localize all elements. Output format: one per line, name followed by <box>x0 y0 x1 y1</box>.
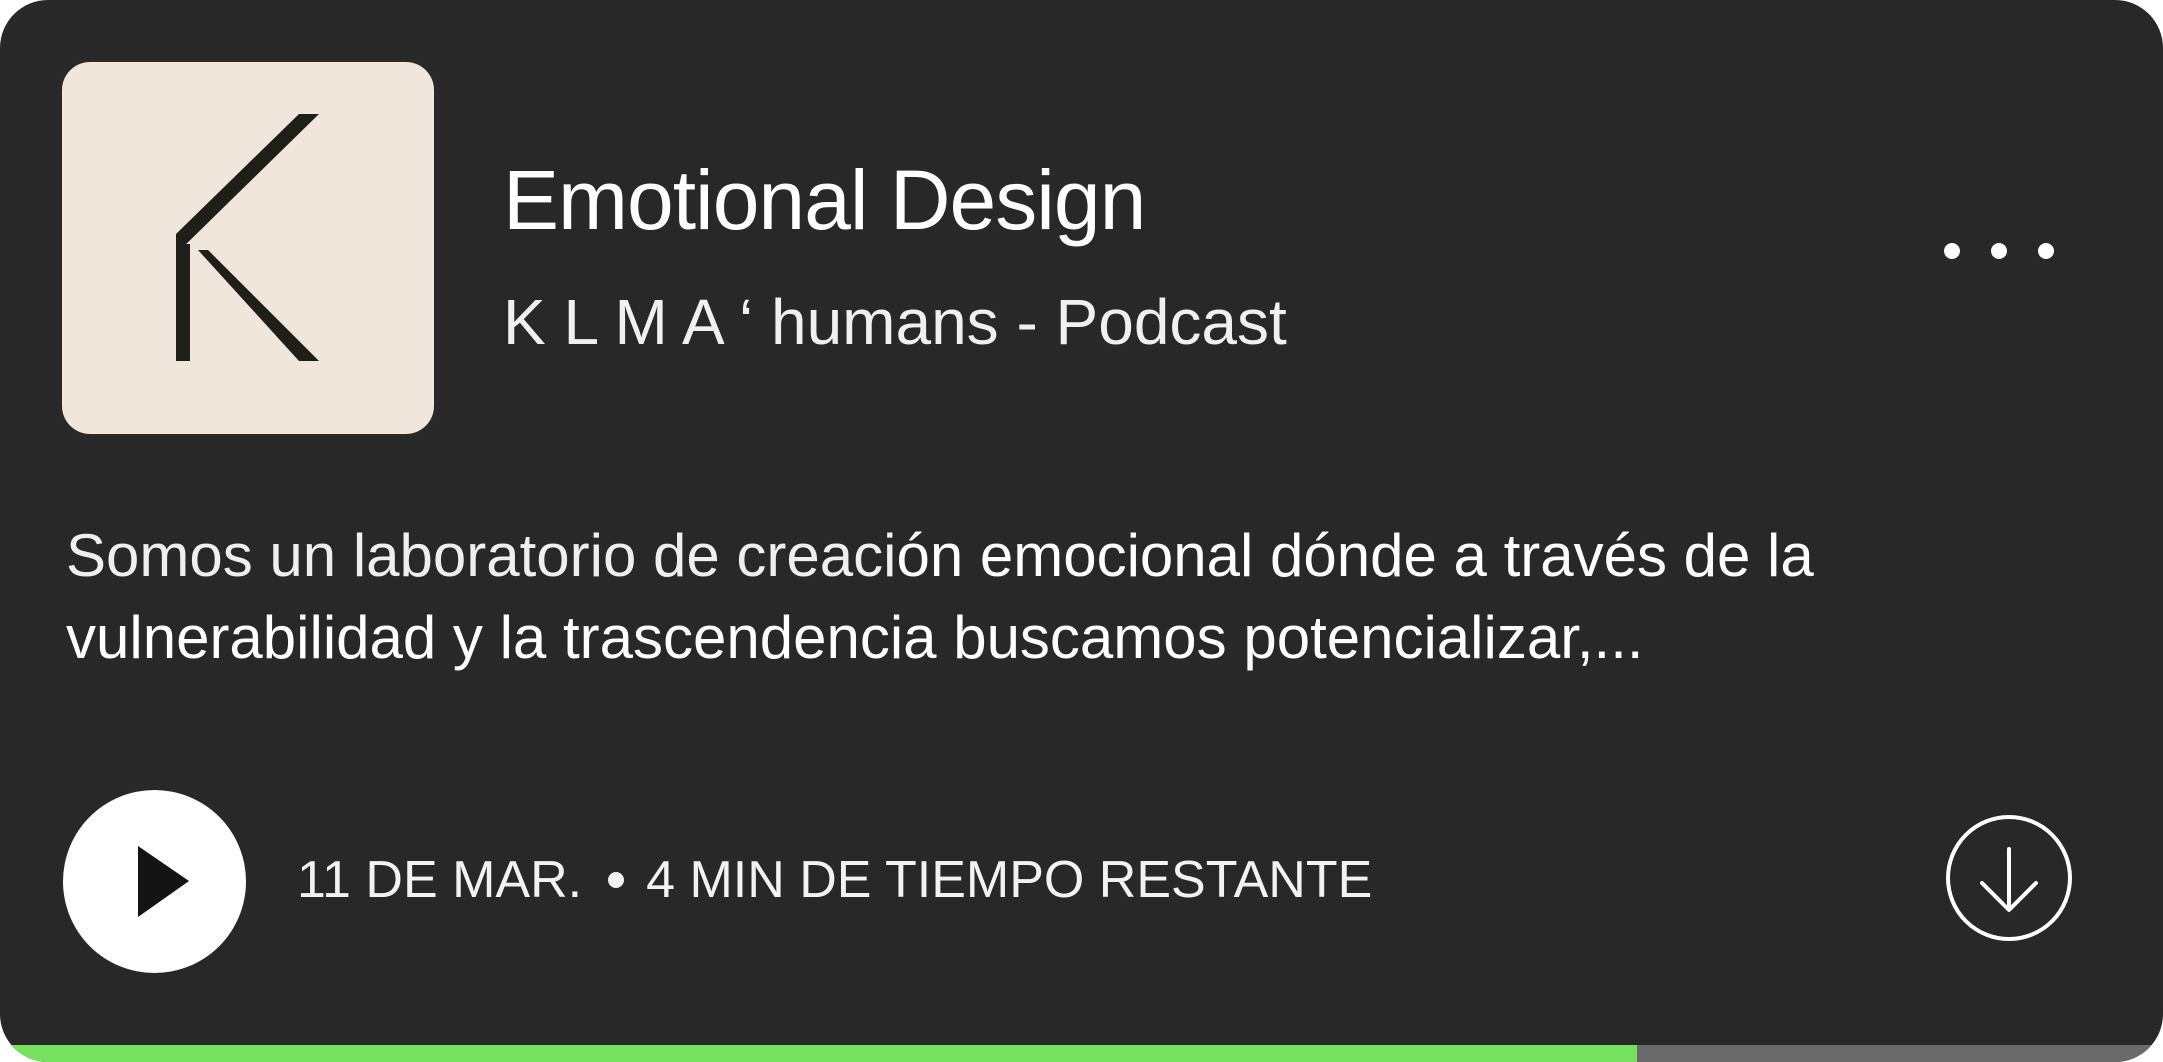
more-dots-icon <box>2038 243 2054 259</box>
k-logo-icon <box>176 114 319 361</box>
download-button[interactable] <box>1944 813 2074 943</box>
description-light-text: Somos un laboratorio de creaci <box>66 522 897 589</box>
episode-title[interactable]: Emotional Design <box>503 150 1146 250</box>
episode-meta: 11 DE MAR. 4 MIN DE TIEMPO RESTANTE <box>297 848 1372 912</box>
show-name[interactable]: K L M A ‘ humans - Podcast <box>503 283 1287 361</box>
progress-fill <box>0 1045 1638 1062</box>
more-options-button[interactable] <box>1944 226 2054 276</box>
time-remaining: 4 MIN DE TIEMPO RESTANTE <box>646 851 1373 909</box>
play-icon <box>138 846 189 917</box>
playback-progress-bar[interactable] <box>0 1045 2163 1062</box>
more-dots-icon <box>1944 243 1960 259</box>
episode-date: 11 DE MAR. <box>297 851 583 909</box>
more-dots-icon <box>1991 243 2007 259</box>
play-button[interactable] <box>63 790 246 973</box>
podcast-artwork[interactable] <box>62 62 434 434</box>
download-icon <box>1946 815 2072 941</box>
podcast-episode-card[interactable]: Emotional Design K L M A ‘ humans - Podc… <box>0 0 2163 1062</box>
separator-dot <box>608 872 625 888</box>
episode-description: Somos un laboratorio de creación emocion… <box>66 515 1946 679</box>
